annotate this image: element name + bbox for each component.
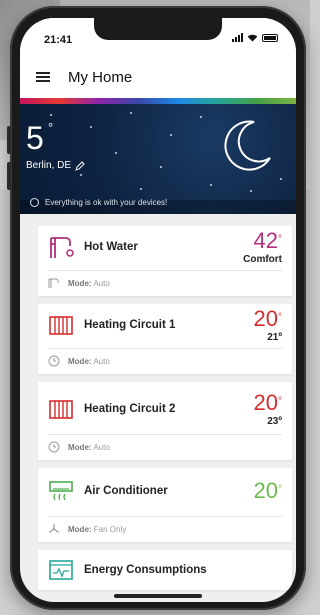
mode-label: Mode: — [68, 524, 92, 534]
mode-value: Auto — [93, 356, 110, 366]
clock-icon — [48, 441, 60, 453]
faucet-icon — [50, 237, 74, 258]
device-name: Heating Circuit 2 — [84, 403, 176, 415]
temperature-value: 42 — [253, 228, 278, 253]
divider — [48, 516, 282, 517]
smiley-icon — [30, 198, 39, 207]
mode-label: Mode: — [68, 442, 92, 452]
mode-value: Auto — [93, 278, 110, 288]
device-card-header: Hot Water 42° Comfort — [38, 226, 292, 268]
divider — [48, 348, 282, 349]
device-mode: Mode: Auto — [48, 441, 110, 453]
device-temperature: 20° — [254, 480, 282, 502]
moon-icon — [224, 120, 271, 171]
status-time: 21:41 — [44, 34, 73, 46]
device-name: Air Conditioner — [84, 485, 168, 497]
temperature-value: 20 — [253, 478, 278, 503]
location: Berlin, DE — [26, 160, 85, 171]
current-temperature: 5 — [26, 120, 44, 156]
device-temperature: 20° — [254, 392, 282, 414]
device-card-heating-circuit-1[interactable]: Heating Circuit 1 20° 21º Mode: Auto — [38, 304, 292, 374]
app-header: My Home — [20, 58, 296, 98]
divider — [48, 434, 282, 435]
device-card-hot-water[interactable]: Hot Water 42° Comfort Mode: Auto — [38, 226, 292, 296]
menu-icon[interactable] — [36, 72, 50, 82]
app-screen: 21:41 My Home 5 ° Berlin, DE Everything … — [20, 18, 296, 602]
faucet-small-icon — [48, 278, 59, 288]
temperature-value: 20 — [253, 306, 278, 331]
home-indicator — [114, 594, 202, 598]
energy-chart-icon — [49, 560, 73, 580]
device-card-header: Heating Circuit 1 20° 21º — [38, 304, 292, 346]
mode-value: Fan Only — [93, 524, 127, 534]
device-name: Hot Water — [84, 241, 138, 253]
air-conditioner-icon — [49, 481, 73, 501]
device-sub-value: 21º — [267, 332, 282, 343]
edit-pencil-icon[interactable] — [75, 160, 85, 171]
device-mode: Mode: Auto — [48, 355, 110, 367]
device-sub-value: 23º — [267, 416, 282, 427]
fan-icon — [49, 524, 59, 533]
device-mode: Mode: Fan Only — [48, 523, 126, 535]
temperature-unit: ° — [278, 396, 282, 407]
temperature-unit: ° — [278, 234, 282, 245]
clock-icon — [48, 355, 60, 367]
device-temperature: 20° — [254, 308, 282, 330]
weather-panel: 5 ° Berlin, DE Everything is ok with you… — [20, 104, 296, 214]
divider — [48, 270, 282, 271]
mode-label: Mode: — [68, 356, 92, 366]
temperature-value: 20 — [253, 390, 278, 415]
radiator-icon — [49, 316, 73, 335]
signal-icon — [232, 33, 243, 42]
mode-value: Auto — [93, 442, 110, 452]
radiator-icon — [49, 400, 73, 419]
mode-label: Mode: — [68, 278, 92, 288]
system-icons — [232, 33, 278, 42]
energy-title: Energy Consumptions — [84, 564, 207, 576]
energy-consumptions-card[interactable]: Energy Consumptions — [38, 550, 292, 590]
device-card-heating-circuit-2[interactable]: Heating Circuit 2 20° 23º Mode: Auto — [38, 382, 292, 460]
device-name: Heating Circuit 1 — [84, 319, 176, 331]
device-card-air-conditioner[interactable]: Air Conditioner 20° Mode: Fan Only — [38, 468, 292, 542]
device-status-text: Everything is ok with your devices! — [45, 198, 168, 207]
device-status-row: Everything is ok with your devices! — [30, 198, 167, 207]
battery-icon — [262, 33, 278, 42]
phone-frame: 21:41 My Home 5 ° Berlin, DE Everything … — [7, 6, 306, 610]
phone-notch — [94, 18, 222, 40]
phone-volume-button-2 — [7, 162, 11, 190]
wifi-icon — [247, 34, 258, 42]
temperature-unit: ° — [278, 312, 282, 323]
page-title: My Home — [68, 69, 133, 86]
device-mode: Mode: Auto — [48, 277, 110, 289]
device-temperature: 42° — [254, 230, 282, 252]
device-card-header: Air Conditioner 20° — [38, 470, 292, 512]
location-label: Berlin, DE — [26, 160, 72, 171]
temperature-unit: ° — [278, 484, 282, 495]
temperature-degree: ° — [48, 120, 54, 135]
phone-volume-button — [7, 126, 11, 154]
device-card-header: Heating Circuit 2 20° 23º — [38, 388, 292, 430]
device-sub-value: Comfort — [243, 254, 282, 265]
